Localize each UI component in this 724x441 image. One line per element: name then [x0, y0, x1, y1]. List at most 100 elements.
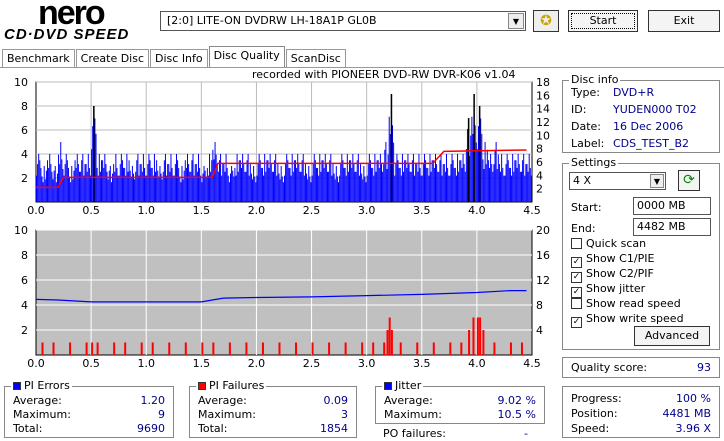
pi-error-bar — [313, 154, 315, 202]
pi-error-bar — [318, 175, 320, 202]
pi-error-bar — [437, 171, 439, 202]
x-tick-label: 1.5 — [193, 204, 211, 217]
pi-error-bar — [253, 166, 255, 202]
pi-error-bar — [308, 166, 310, 202]
option-show-c1-pie[interactable]: ✓ Show C1/PIE — [571, 252, 654, 268]
x-tick-label: 3.0 — [358, 204, 376, 217]
end-input[interactable]: 4482 MB — [633, 218, 711, 236]
pi-error-bar — [109, 166, 111, 202]
pi-error-bar — [107, 179, 109, 202]
pi-error-bar — [121, 160, 123, 202]
pi-failure-bar — [383, 342, 386, 355]
pi-error-bar — [336, 176, 338, 202]
option-show-read-speed[interactable]: Show read speed — [571, 297, 681, 310]
pi-error-bar — [394, 175, 396, 202]
option-quick-scan[interactable]: Quick scan — [571, 237, 646, 250]
exit-button[interactable]: Exit — [648, 10, 720, 32]
y2-tick-label: 18 — [536, 76, 550, 89]
y2-tick-label: 12 — [536, 116, 550, 129]
pi-error-bar — [205, 176, 207, 202]
pi-error-bar — [453, 167, 455, 202]
pi-error-bar — [442, 164, 444, 202]
po-failures-value: - — [524, 427, 528, 440]
pi-error-bar — [472, 133, 474, 202]
tab-create-disc[interactable]: Create Disc — [75, 49, 150, 67]
checkbox[interactable] — [571, 238, 582, 249]
checkbox[interactable]: ✓ — [571, 317, 582, 328]
pi-error-bar — [352, 154, 354, 202]
pif-total: 1854 — [320, 422, 348, 435]
pi-error-bar — [118, 175, 120, 202]
pi-error-bar — [265, 171, 267, 202]
pi-error-bar — [239, 160, 241, 202]
tab-disc-info[interactable]: Disc Info — [150, 49, 208, 67]
pi-error-bar — [430, 171, 432, 202]
pi-failure-bar — [140, 342, 143, 355]
pi-error-bar — [438, 171, 440, 202]
pi-error-bar — [518, 164, 520, 202]
tab-benchmark[interactable]: Benchmark — [2, 49, 75, 67]
pi-error-bar — [307, 179, 309, 202]
option-show-jitter[interactable]: ✓ Show jitter — [571, 282, 645, 298]
speed-select[interactable]: 4 X ▼ — [569, 172, 666, 190]
pi-failure-bar — [184, 342, 187, 355]
pi-failures-group: PI Failures Average: 0.09 Maximum: 3 Total… — [189, 379, 357, 438]
pi-error-bar — [334, 179, 336, 202]
pi-error-bar — [397, 160, 399, 202]
pi-error-bar — [357, 154, 359, 202]
pi-error-bar — [418, 154, 420, 202]
pi-error-bar — [264, 154, 266, 202]
pi-error-bar — [147, 164, 149, 202]
pi-error-bar — [383, 164, 385, 202]
pi-error-bar — [464, 171, 466, 202]
pi-failure-bar — [52, 342, 55, 355]
pi-error-bar — [211, 160, 213, 202]
pi-error-bar — [40, 167, 42, 202]
pi-error-bar — [384, 149, 386, 202]
y-tick-label: 10 — [14, 76, 28, 89]
pi-error-bar — [163, 160, 165, 202]
pi-error-bar — [69, 176, 71, 202]
pi-error-bar — [492, 171, 494, 202]
chevron-down-icon[interactable]: ▼ — [650, 174, 664, 188]
refresh-icon[interactable]: ⟳ — [678, 170, 700, 191]
pi-error-bar — [494, 149, 496, 202]
pi-error-bar — [67, 167, 69, 202]
pi-error-bar — [431, 160, 433, 202]
disc-eject-icon[interactable]: ✪ — [533, 10, 559, 32]
pi-error-bar — [234, 167, 236, 202]
pi-error-bar — [398, 167, 400, 202]
tab-scandisc[interactable]: ScanDisc — [285, 49, 346, 67]
advanced-button[interactable]: Advanced — [634, 326, 710, 346]
pi-error-bar — [353, 164, 355, 202]
pi-error-bar — [302, 154, 304, 202]
pi-error-bar — [161, 179, 163, 202]
pi-error-bar — [317, 167, 319, 202]
pi-error-bar — [105, 164, 107, 202]
x-tick-label: 0.5 — [82, 357, 100, 370]
option-show-c2-pif[interactable]: ✓ Show C2/PIF — [571, 267, 654, 283]
option-label: Quick scan — [586, 237, 647, 250]
y2-tick-label: 4 — [536, 169, 543, 182]
pi-error-bar — [71, 166, 73, 202]
pi-error-bar — [181, 166, 183, 202]
pi-error-bar — [368, 154, 370, 202]
pie-average-label: Average: — [13, 394, 62, 407]
start-input[interactable]: 0000 MB — [633, 197, 711, 215]
drive-select[interactable]: [2:0] LITE-ON DVDRW LH-18A1P GL0B ▼ — [160, 11, 526, 31]
pi-error-peak — [390, 94, 393, 202]
pi-error-bar — [140, 164, 142, 202]
date-label: Date: — [571, 120, 601, 133]
chevron-down-icon[interactable]: ▼ — [508, 13, 524, 29]
pi-error-bar — [84, 164, 86, 202]
pi-failure-bar — [493, 342, 496, 355]
pi-errors-title: PI Errors — [24, 379, 70, 392]
pi-error-bar — [173, 175, 175, 202]
checkbox[interactable] — [571, 298, 582, 309]
jitter-maximum-label: Maximum: — [384, 408, 442, 421]
pi-error-bar — [463, 164, 465, 202]
start-button[interactable]: Start — [568, 10, 638, 32]
pi-error-bar — [223, 164, 225, 202]
y-tick-label: 8 — [21, 249, 28, 262]
tab-disc-quality[interactable]: Disc Quality — [208, 46, 285, 67]
